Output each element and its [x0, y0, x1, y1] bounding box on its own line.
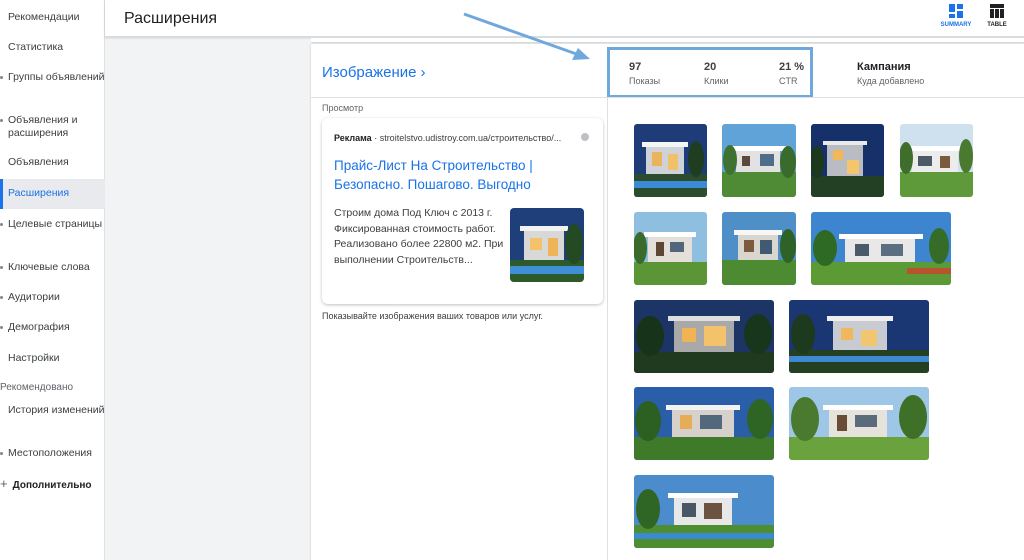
ad-thumbnail	[510, 208, 584, 282]
bullet-icon	[0, 223, 3, 226]
image-tile[interactable]	[634, 124, 707, 197]
sidebar-item-audiences[interactable]: Аудитории	[0, 291, 105, 304]
bullet-icon	[0, 326, 3, 329]
bullet-icon	[0, 76, 3, 79]
image-tile[interactable]	[789, 300, 929, 373]
stat-label: Куда добавлено	[857, 76, 925, 86]
chevron-right-icon: ›	[420, 64, 426, 81]
sidebar-item-change-history[interactable]: История изменений	[0, 404, 105, 417]
sidebar-item-ads-and-extensions[interactable]: Объявления и расширения	[0, 114, 105, 140]
divider	[311, 97, 1024, 98]
stat-value: Кампания	[857, 61, 911, 73]
sidebar-item-ad-groups[interactable]: Группы объявлений	[0, 71, 105, 84]
plus-icon: +	[0, 476, 8, 491]
page-title: Расширения	[124, 10, 218, 27]
image-tile[interactable]	[634, 300, 774, 373]
image-tile[interactable]	[634, 475, 774, 548]
top-bar: Расширения SUMMARY TABLE	[105, 0, 1024, 37]
divider	[607, 98, 608, 560]
sidebar: Рекомендации Статистика Группы объявлени…	[0, 0, 105, 560]
info-icon[interactable]	[581, 133, 589, 141]
sidebar-item-locations[interactable]: Местоположения	[0, 447, 105, 460]
helper-text: Показывайте изображения ваших товаров ил…	[322, 311, 544, 321]
image-tile[interactable]	[811, 124, 884, 197]
collapsed-panel	[311, 38, 1024, 43]
ad-meta: Реклама · stroitelstvo.udistroy.com.ua/с…	[334, 133, 562, 143]
sidebar-section-recommended: Рекомендовано	[0, 382, 74, 393]
bullet-icon	[0, 452, 3, 455]
sidebar-item-keywords[interactable]: Ключевые слова	[0, 261, 105, 274]
preview-label: Просмотр	[322, 103, 364, 113]
bullet-icon	[0, 296, 3, 299]
bullet-icon	[0, 266, 3, 269]
table-view-button[interactable]: TABLE	[975, 4, 1019, 34]
sidebar-item-demographics[interactable]: Демография	[0, 321, 105, 334]
sidebar-item-landing-pages[interactable]: Целевые страницы	[0, 218, 105, 231]
table-icon	[990, 4, 1004, 18]
ad-badge: Реклама	[334, 133, 372, 143]
ad-headline[interactable]: Прайс-Лист На Строительство | Безопасно.…	[334, 156, 584, 194]
sidebar-item-settings[interactable]: Настройки	[0, 352, 105, 365]
image-tile[interactable]	[811, 212, 951, 285]
image-tile[interactable]	[722, 124, 796, 197]
image-tile[interactable]	[722, 212, 796, 285]
bullet-icon	[0, 119, 3, 122]
sidebar-item-extensions[interactable]: Расширения	[0, 179, 105, 209]
summary-view-button[interactable]: SUMMARY	[934, 4, 978, 34]
image-tile[interactable]	[900, 124, 973, 197]
ad-url: stroitelstvo.udistroy.com.ua/строительст…	[379, 133, 562, 143]
stat-campaign: Кампания Куда добавлено	[857, 61, 924, 86]
image-tile[interactable]	[634, 212, 707, 285]
sidebar-item-ads[interactable]: Объявления	[0, 156, 105, 169]
sidebar-item-recommendations[interactable]: Рекомендации	[0, 11, 105, 24]
card-title-link[interactable]: Изображение ›	[322, 64, 426, 81]
image-tile[interactable]	[789, 387, 929, 460]
ad-preview: Реклама · stroitelstvo.udistroy.com.ua/с…	[322, 118, 603, 304]
sidebar-more[interactable]: + Дополнительно	[0, 476, 92, 491]
ad-description: Строим дома Под Ключ с 2013 г. Фиксирова…	[334, 207, 504, 266]
sidebar-item-statistics[interactable]: Статистика	[0, 41, 105, 54]
image-tile[interactable]	[634, 387, 774, 460]
summary-icon	[949, 4, 963, 18]
extension-card: Изображение › 97 Показы 20 Клики 21 % CTR…	[311, 44, 1024, 560]
stats-highlight-box	[607, 47, 813, 98]
